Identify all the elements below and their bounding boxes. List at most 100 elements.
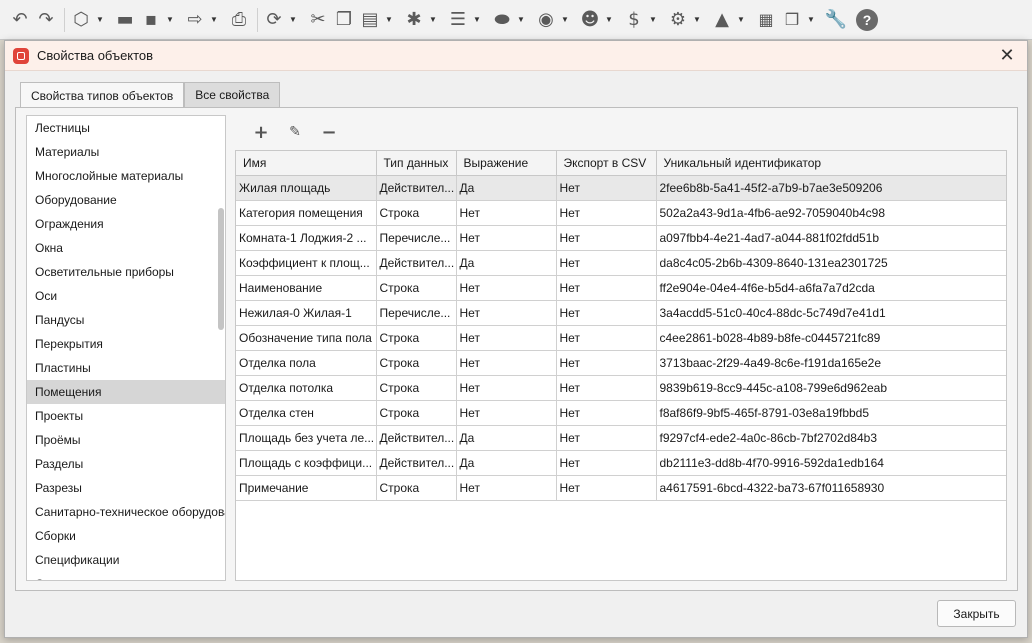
layer-icon[interactable]: ⬬ [490, 6, 514, 34]
edit-icon[interactable]: ✎ [278, 120, 312, 144]
list-item[interactable]: Разрезы [27, 476, 225, 500]
list-item[interactable]: Пластины [27, 356, 225, 380]
chevron-down-icon[interactable]: ▼ [384, 15, 394, 24]
table-row[interactable]: Жилая площадь Действител... Да Нет 2fee6b8b-… [236, 175, 1006, 201]
chevron-down-icon[interactable]: ▼ [472, 15, 482, 24]
close-icon[interactable]: ✕ [987, 41, 1027, 71]
panels-icon[interactable]: ▦ [754, 6, 778, 34]
table-row[interactable]: Примечание Строка Нет Нет a4617591-6bcd-4322… [236, 475, 1006, 501]
property-toolbar: + ✎ − [244, 120, 346, 144]
chevron-down-icon[interactable]: ▼ [165, 15, 175, 24]
redo-icon[interactable]: ↷ [34, 6, 58, 34]
copy-icon[interactable]: ❐ [332, 6, 356, 34]
table-row[interactable]: Отделка стен Строка Нет Нет f8af86f9-9bf5-46… [236, 400, 1006, 426]
list-item[interactable]: Ограждения [27, 212, 225, 236]
list-item[interactable]: Многослойные материалы [27, 164, 225, 188]
chevron-down-icon[interactable]: ▼ [736, 15, 746, 24]
close-button[interactable]: Закрыть [937, 600, 1016, 627]
chevron-down-icon[interactable]: ▼ [648, 15, 658, 24]
add-icon[interactable]: + [244, 120, 278, 144]
save-icon[interactable]: ▪ [139, 6, 163, 34]
column-header-expression[interactable]: Выражение [456, 151, 557, 176]
table-cell: Отделка пола [236, 350, 377, 376]
table-cell: Нет [456, 325, 557, 351]
list-item[interactable]: Разделы [27, 452, 225, 476]
users-icon[interactable]: ☻ [578, 6, 602, 34]
chevron-down-icon[interactable]: ▼ [288, 15, 298, 24]
list-item[interactable]: Санитарно-техническое оборудование [27, 500, 225, 524]
column-header-unique-id[interactable]: Уникальный идентификатор [656, 151, 1006, 176]
chevron-down-icon[interactable]: ▼ [560, 15, 570, 24]
list-item[interactable]: Осветительные приборы [27, 260, 225, 284]
table-row[interactable]: Наименование Строка Нет Нет ff2e904e-04e4-4f… [236, 275, 1006, 301]
open-folder-icon[interactable]: ▬ [113, 6, 137, 34]
table-cell: Строка [376, 475, 457, 501]
list-item[interactable]: Окна [27, 236, 225, 260]
table-row[interactable]: Отделка потолка Строка Нет Нет 9839b619-8cc9… [236, 375, 1006, 401]
undo-icon[interactable]: ↶ [8, 6, 32, 34]
list-item[interactable]: Материалы [27, 140, 225, 164]
list-item[interactable]: Сборки [27, 524, 225, 548]
chevron-down-icon[interactable]: ▼ [516, 15, 526, 24]
windows-icon[interactable]: ❒ [780, 6, 804, 34]
tab-type-properties[interactable]: Свойства типов объектов [20, 82, 185, 108]
column-header-csv-export[interactable]: Экспорт в CSV [556, 151, 657, 176]
app-logo-icon [13, 47, 29, 64]
table-cell: Примечание [236, 475, 377, 501]
settings-icon[interactable]: ⚙ [666, 6, 690, 34]
paste-icon[interactable]: ▤ [358, 6, 382, 34]
chevron-down-icon[interactable]: ▼ [428, 15, 438, 24]
list-item[interactable]: Спецификации [27, 548, 225, 572]
table-cell: Нет [556, 225, 657, 251]
list-item[interactable]: Проекты [27, 404, 225, 428]
column-header-data-type[interactable]: Тип данных [376, 151, 457, 176]
cut-icon[interactable]: ✂ [306, 6, 330, 34]
table-cell: Нет [556, 325, 657, 351]
table-cell: Нет [456, 475, 557, 501]
scrollbar-thumb[interactable] [218, 208, 224, 330]
table-cell: Строка [376, 325, 457, 351]
list-icon[interactable]: ☰ [446, 6, 470, 34]
tab-bar: Свойства типов объектов Все свойства [20, 82, 281, 108]
print-icon[interactable]: ⎙ [227, 6, 251, 34]
table-row[interactable]: Площадь без учета ле... Действител... Да Не… [236, 425, 1006, 451]
3d-view-icon[interactable]: ⬡ [69, 6, 93, 34]
visibility-icon[interactable]: ◉ [534, 6, 558, 34]
list-item[interactable]: Перекрытия [27, 332, 225, 356]
tab-all-properties[interactable]: Все свойства [184, 82, 281, 107]
column-header-name[interactable]: Имя ^ [236, 151, 377, 176]
chevron-down-icon[interactable]: ▼ [604, 15, 614, 24]
chevron-down-icon[interactable]: ▼ [209, 15, 219, 24]
table-row[interactable]: Нежилая-0 Жилая-1 Перечисле... Нет Нет 3a4ac… [236, 300, 1006, 326]
list-item[interactable]: Помещения [27, 380, 225, 404]
chevron-down-icon[interactable]: ▼ [806, 15, 816, 24]
logo-icon[interactable]: ▲ [710, 6, 734, 34]
list-item[interactable]: Оборудование [27, 188, 225, 212]
list-item[interactable]: Пандусы [27, 308, 225, 332]
walk-icon[interactable]: ✱ [402, 6, 426, 34]
chevron-down-icon[interactable]: ▼ [95, 15, 105, 24]
table-row[interactable]: Обозначение типа пола Строка Нет Нет c4ee286… [236, 325, 1006, 351]
list-item[interactable]: Лестницы [27, 116, 225, 140]
properties-table: Имя ^ Тип данных Выражение Экспорт в CSV … [235, 150, 1007, 581]
help-icon[interactable]: ? [856, 8, 878, 31]
remove-icon[interactable]: − [312, 120, 346, 144]
list-item[interactable]: Проёмы [27, 428, 225, 452]
list-item[interactable]: С [27, 572, 225, 580]
table-row[interactable]: Отделка пола Строка Нет Нет 3713baac-2f29-4a… [236, 350, 1006, 376]
table-row[interactable]: Категория помещения Строка Нет Нет 502a2a43-… [236, 200, 1006, 226]
export-icon[interactable]: ⇨ [183, 6, 207, 34]
list-item[interactable]: Оси [27, 284, 225, 308]
table-row[interactable]: Коэффициент к площ... Действител... Да Нет d… [236, 250, 1006, 276]
tab-content-panel: Лестницы Материалы Многослойные материалы О… [15, 107, 1018, 591]
table-row[interactable]: Комната-1 Лоджия-2 ... Перечисле... Нет Нет… [236, 225, 1006, 251]
table-cell: Нет [556, 300, 657, 326]
table-cell: Действител... [376, 175, 457, 201]
object-type-list[interactable]: Лестницы Материалы Многослойные материалы О… [26, 115, 226, 581]
table-cell: Да [456, 175, 557, 201]
table-row[interactable]: Площадь с коэффици... Действител... Да Нет d… [236, 450, 1006, 476]
currency-icon[interactable]: $ [622, 6, 646, 34]
sync-icon[interactable]: ⟳ [262, 6, 286, 34]
wrench-icon[interactable]: 🔧 [824, 6, 848, 34]
chevron-down-icon[interactable]: ▼ [692, 15, 702, 24]
